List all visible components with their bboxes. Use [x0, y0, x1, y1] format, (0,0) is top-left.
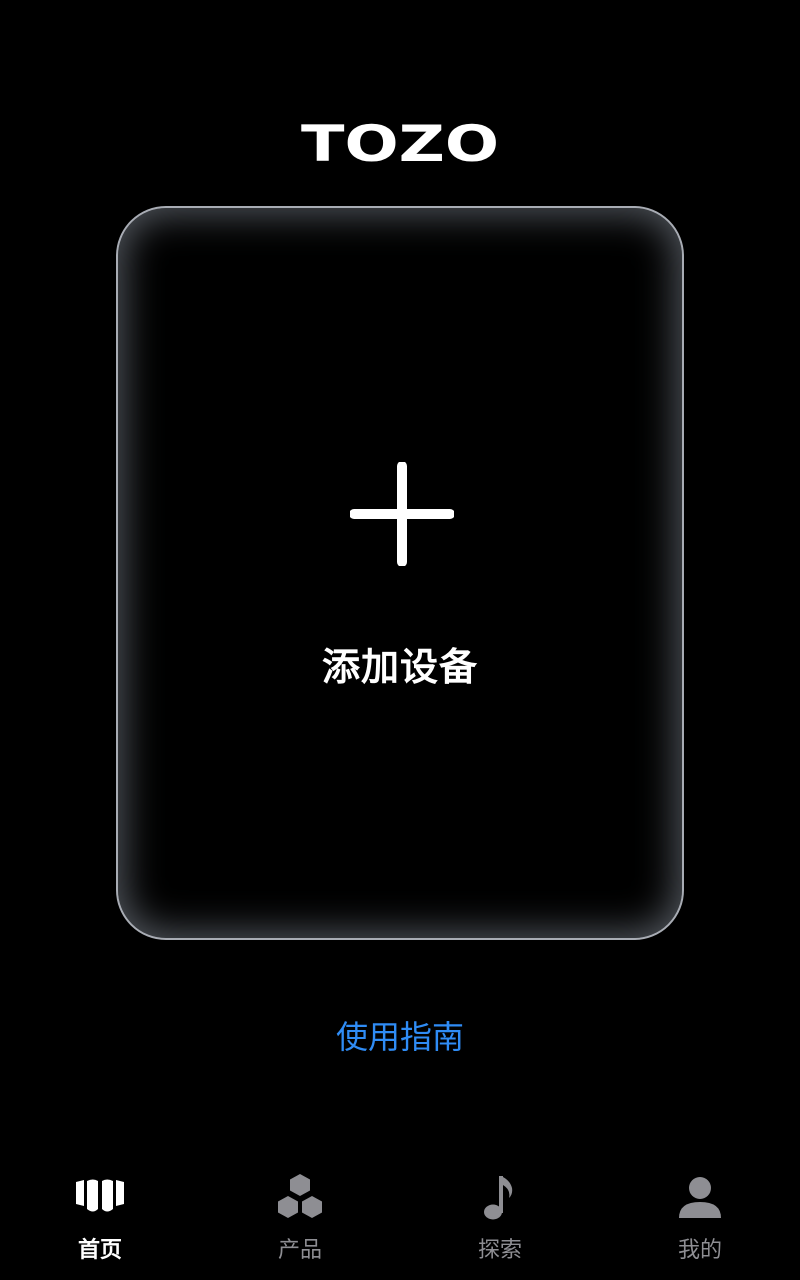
- tab-products-label: 产品: [277, 1238, 322, 1263]
- add-device-label: 添加设备: [321, 645, 478, 689]
- add-device-card[interactable]: 添加设备: [116, 206, 684, 940]
- plus-icon[interactable]: [350, 462, 454, 566]
- tab-profile-label: 我的: [677, 1238, 722, 1263]
- bottom-tab-bar: 首页 产品 探索 我的: [0, 1160, 800, 1280]
- tab-home[interactable]: 首页: [0, 1160, 200, 1280]
- logo-text: TOZO: [301, 122, 499, 166]
- tab-home-label: 首页: [77, 1238, 122, 1263]
- app-screen: TOZO 添加设备 使用指南 首页 产品 探索 我的: [0, 0, 800, 1280]
- tozo-logo: TOZO: [0, 112, 800, 176]
- tab-explore[interactable]: 探索: [400, 1160, 600, 1280]
- tozo-logo-mark: TOZO: [301, 122, 499, 166]
- tab-products[interactable]: 产品: [200, 1160, 400, 1280]
- tab-profile[interactable]: 我的: [600, 1160, 800, 1280]
- music-note-icon: [484, 1176, 513, 1220]
- products-icon: [278, 1174, 322, 1218]
- user-guide-link[interactable]: 使用指南: [0, 1012, 800, 1058]
- profile-icon: [679, 1177, 721, 1218]
- home-icon: [76, 1179, 124, 1212]
- tab-explore-label: 探索: [477, 1238, 522, 1263]
